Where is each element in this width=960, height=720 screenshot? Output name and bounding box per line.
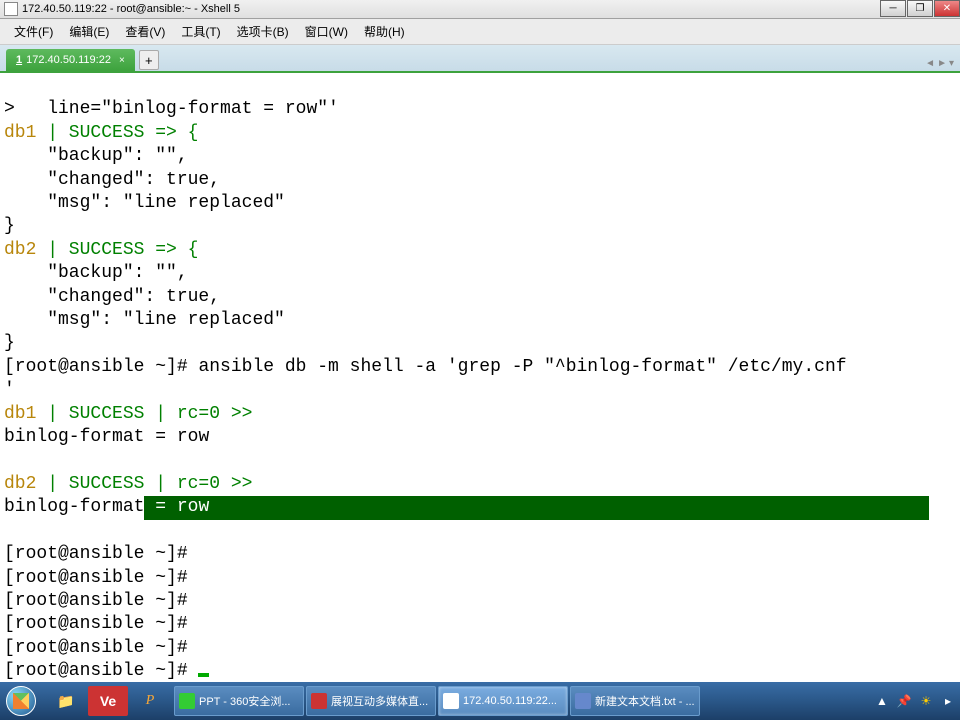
prompt: [root@ansible ~]# <box>4 568 198 588</box>
tab-menu-icon[interactable]: ▾ <box>949 58 954 69</box>
tray-pin-icon[interactable]: 📌 <box>896 693 912 709</box>
notepad-icon <box>575 693 591 709</box>
pinned-ve-icon[interactable]: Ve <box>88 686 128 716</box>
tab-close-icon[interactable]: × <box>119 55 125 66</box>
task-items: PPT - 360安全浏... 展视互动多媒体直... 172.40.50.11… <box>174 686 700 716</box>
menubar: 文件(F) 编辑(E) 查看(V) 工具(T) 选项卡(B) 窗口(W) 帮助(… <box>0 19 960 45</box>
taskbar: 📁 Ve P PPT - 360安全浏... 展视互动多媒体直... 172.4… <box>0 682 960 720</box>
titlebar: 172.40.50.119:22 - root@ansible:~ - Xshe… <box>0 0 960 19</box>
term-line: "changed": true, <box>4 170 220 190</box>
term-status: | SUCCESS | rc=0 >> <box>36 404 252 424</box>
close-button[interactable]: ✕ <box>934 0 960 17</box>
start-button[interactable] <box>0 682 42 720</box>
menu-window[interactable]: 窗口(W) <box>299 21 354 42</box>
tab-number: 1 <box>16 54 22 66</box>
prompt: [root@ansible ~]# <box>4 614 198 634</box>
menu-view[interactable]: 查看(V) <box>119 21 171 42</box>
term-status: | SUCCESS => { <box>36 123 198 143</box>
browser-icon <box>179 693 195 709</box>
term-output: binlog-format <box>4 497 144 517</box>
menu-tabs[interactable]: 选项卡(B) <box>231 21 295 42</box>
pinned-folder-icon[interactable]: 📁 <box>46 686 86 716</box>
maximize-button[interactable]: ❐ <box>907 0 933 17</box>
prompt: [root@ansible ~]# <box>4 544 198 564</box>
task-label: 172.40.50.119:22... <box>463 695 557 707</box>
tray-up-icon[interactable]: ▲ <box>874 693 890 709</box>
prompt: [root@ansible ~]# <box>4 357 198 377</box>
task-item-xshell[interactable]: 172.40.50.119:22... <box>438 686 568 716</box>
term-line: "msg": "line replaced" <box>4 310 285 330</box>
term-line: "backup": "", <box>4 263 188 283</box>
pinned-icons: 📁 Ve P <box>42 686 174 716</box>
term-host: db1 <box>4 123 36 143</box>
tab-label: 172.40.50.119:22 <box>26 54 111 66</box>
tab-next-icon[interactable]: ► <box>937 58 947 69</box>
media-icon <box>311 693 327 709</box>
task-item-ppt[interactable]: PPT - 360安全浏... <box>174 686 304 716</box>
task-label: 新建文本文档.txt - ... <box>595 693 695 709</box>
menu-file[interactable]: 文件(F) <box>8 21 59 42</box>
prompt: [root@ansible ~]# <box>4 591 198 611</box>
cursor <box>198 673 209 677</box>
window-controls: ─ ❐ ✕ <box>879 0 960 17</box>
tray-chevron-icon[interactable]: ▸ <box>940 693 956 709</box>
task-item-zhanshi[interactable]: 展视互动多媒体直... <box>306 686 436 716</box>
terminal[interactable]: > line="binlog-format = row"' db1 | SUCC… <box>0 73 960 680</box>
app-icon <box>4 2 18 16</box>
term-output: binlog-format <box>4 427 144 447</box>
start-orb-icon <box>6 686 36 716</box>
new-tab-button[interactable]: + <box>139 50 159 70</box>
menu-help[interactable]: 帮助(H) <box>358 21 411 42</box>
window-title: 172.40.50.119:22 - root@ansible:~ - Xshe… <box>22 3 240 15</box>
xshell-icon <box>443 693 459 709</box>
tab-prev-icon[interactable]: ◄ <box>925 58 935 69</box>
minimize-button[interactable]: ─ <box>880 0 906 17</box>
system-tray: ▲ 📌 ☀ ▸ <box>874 693 960 709</box>
prompt: [root@ansible ~]# <box>4 661 198 680</box>
command: ansible db -m shell -a 'grep -P "^binlog… <box>198 357 846 377</box>
term-host: db2 <box>4 474 36 494</box>
term-host: db2 <box>4 240 36 260</box>
tabbar: 1 172.40.50.119:22 × + ◄ ► ▾ <box>0 45 960 73</box>
pinned-p-icon[interactable]: P <box>130 686 170 716</box>
term-line: > line="binlog-format = row"' <box>4 99 339 119</box>
task-label: 展视互动多媒体直... <box>331 693 428 709</box>
term-line: } <box>4 333 15 353</box>
session-tab[interactable]: 1 172.40.50.119:22 × <box>6 49 135 71</box>
term-line: "backup": "", <box>4 146 188 166</box>
command-cont: ' <box>4 380 15 400</box>
task-item-notepad[interactable]: 新建文本文档.txt - ... <box>570 686 700 716</box>
selected-text: = row <box>144 496 929 519</box>
term-output: = row <box>144 427 209 447</box>
term-line: } <box>4 216 15 236</box>
tray-sun-icon[interactable]: ☀ <box>918 693 934 709</box>
term-status: | SUCCESS | rc=0 >> <box>36 474 252 494</box>
term-line: "changed": true, <box>4 287 220 307</box>
term-status: | SUCCESS => { <box>36 240 198 260</box>
tab-nav: ◄ ► ▾ <box>925 58 954 69</box>
prompt: [root@ansible ~]# <box>4 638 198 658</box>
menu-edit[interactable]: 编辑(E) <box>63 21 115 42</box>
term-line: "msg": "line replaced" <box>4 193 285 213</box>
task-label: PPT - 360安全浏... <box>199 693 291 709</box>
menu-tools[interactable]: 工具(T) <box>175 21 226 42</box>
term-host: db1 <box>4 404 36 424</box>
